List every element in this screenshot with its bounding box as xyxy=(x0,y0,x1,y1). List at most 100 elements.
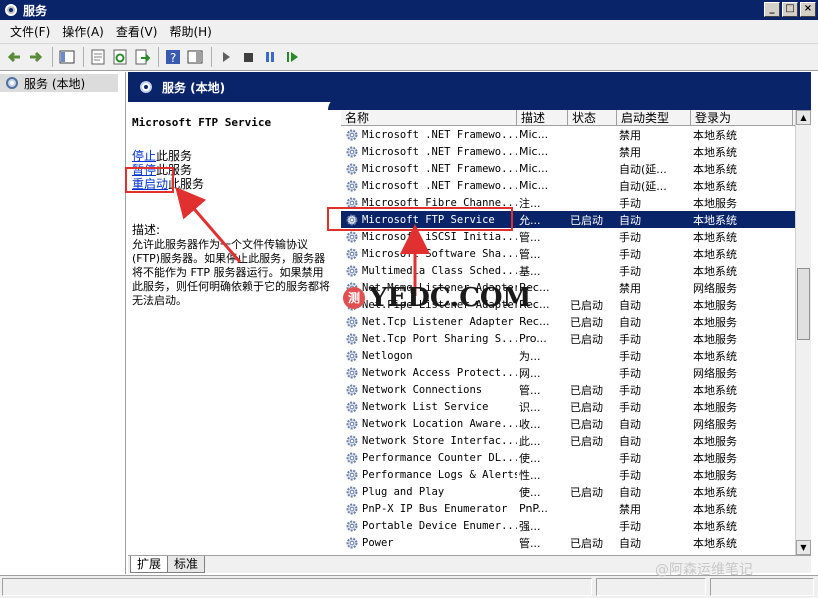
service-gear-icon xyxy=(343,502,362,516)
column-header-description[interactable]: 描述 xyxy=(517,110,568,125)
start-icon[interactable] xyxy=(216,47,236,67)
log-on-as-cell: 本地系统 xyxy=(693,349,737,363)
table-row[interactable]: Network List Service 识... 已启动 手动 本地服务 xyxy=(341,398,811,415)
description-cell: Mic... xyxy=(519,179,549,192)
service-gear-icon xyxy=(343,162,362,176)
stop-icon[interactable] xyxy=(238,47,258,67)
log-on-as-cell: 本地服务 xyxy=(693,196,737,210)
table-row[interactable]: Microsoft Software Sha... 管... 手动 本地系统 xyxy=(341,245,811,262)
table-row[interactable]: Netlogon 为... 手动 本地系统 xyxy=(341,347,811,364)
refresh-icon[interactable] xyxy=(110,47,130,67)
description-cell: 性... xyxy=(519,468,541,482)
restart-icon[interactable] xyxy=(282,47,302,67)
show-hide-icon[interactable] xyxy=(185,47,205,67)
service-name-text: Multimedia Class Sched... xyxy=(362,264,517,277)
service-name-text: Network Location Aware... xyxy=(362,417,517,430)
startup-type-cell: 手动 xyxy=(619,230,641,244)
table-row[interactable]: Network Store Interfac... 此... 已启动 自动 本地服务 xyxy=(341,432,811,449)
service-gear-icon xyxy=(343,536,362,550)
menu-action[interactable]: 操作(A) xyxy=(56,23,110,40)
menu-help[interactable]: 帮助(H) xyxy=(163,23,217,40)
vertical-scrollbar[interactable]: ▲ ▼ xyxy=(795,110,811,555)
maximize-button[interactable]: □ xyxy=(782,2,798,17)
table-row[interactable]: Performance Logs & Alerts 性... 手动 本地服务 xyxy=(341,466,811,483)
service-gear-icon xyxy=(343,468,362,482)
table-row[interactable]: Microsoft .NET Framewo... Mic... 禁用 本地系统 xyxy=(341,126,811,143)
table-row[interactable]: Multimedia Class Sched... 基... 手动 本地系统 xyxy=(341,262,811,279)
tab-standard[interactable]: 标准 xyxy=(167,556,206,573)
description-cell: 基... xyxy=(519,264,541,278)
startup-type-cell: 自动 xyxy=(619,485,641,499)
log-on-as-cell: 本地系统 xyxy=(693,128,737,142)
service-name-cell: Plug and Play xyxy=(341,485,517,499)
scroll-down-icon[interactable]: ▼ xyxy=(796,540,811,555)
column-header-name[interactable]: 名称 xyxy=(341,110,517,125)
pause-icon[interactable] xyxy=(260,47,280,67)
service-name-cell: Performance Logs & Alerts xyxy=(341,468,517,482)
column-header-startup-type[interactable]: 启动类型 xyxy=(617,110,691,125)
description-cell: PnP... xyxy=(519,502,548,515)
scroll-thumb[interactable] xyxy=(797,268,810,340)
scroll-up-icon[interactable]: ▲ xyxy=(796,110,811,125)
service-gear-icon xyxy=(343,145,362,159)
table-row[interactable]: Net.Tcp Listener Adapter Rec... 已启动 自动 本地服务 xyxy=(341,313,811,330)
tree-item-services-local[interactable]: 服务 (本地) xyxy=(0,74,118,92)
log-on-as-cell: 本地系统 xyxy=(693,485,737,499)
table-row[interactable]: Network Connections 管... 已启动 手动 本地系统 xyxy=(341,381,811,398)
table-row[interactable]: Microsoft .NET Framewo... Mic... 自动(延... 本地… xyxy=(341,160,811,177)
properties-icon[interactable] xyxy=(88,47,108,67)
service-gear-icon xyxy=(343,434,362,448)
list-rows: Microsoft .NET Framewo... Mic... 禁用 本地系统 Mic… xyxy=(341,126,811,551)
service-name-text: Network Access Protect... xyxy=(362,366,517,379)
table-row[interactable]: Microsoft .NET Framewo... Mic... 禁用 本地系统 xyxy=(341,143,811,160)
log-on-as-cell: 本地系统 xyxy=(693,162,737,176)
watermark-badge: 测 xyxy=(343,287,365,309)
service-name-text: Plug and Play xyxy=(362,485,445,498)
menu-view[interactable]: 查看(V) xyxy=(110,23,164,40)
show-tree-icon[interactable] xyxy=(57,47,77,67)
table-row[interactable]: Network Location Aware... 收... 已启动 自动 网络服务 xyxy=(341,415,811,432)
startup-type-cell: 自动(延... xyxy=(619,162,667,176)
back-icon[interactable] xyxy=(4,47,24,67)
service-name-cell: Net.Tcp Port Sharing S... xyxy=(341,332,517,346)
table-row[interactable]: Net.Tcp Port Sharing S... Pro... 已启动 手动 本地服务 xyxy=(341,330,811,347)
status-cell: 已启动 xyxy=(570,298,603,312)
table-row[interactable]: Network Access Protect... 网... 手动 网络服务 xyxy=(341,364,811,381)
table-row[interactable]: Power 管... 已启动 自动 本地系统 xyxy=(341,534,811,551)
tree-item-label: 服务 (本地) xyxy=(24,76,86,91)
help-icon[interactable]: ? xyxy=(163,47,183,67)
menu-file[interactable]: 文件(F) xyxy=(4,23,56,40)
forward-icon[interactable] xyxy=(26,47,46,67)
table-row[interactable]: Plug and Play 使... 已启动 自动 本地系统 xyxy=(341,483,811,500)
description-cell: 管... xyxy=(519,230,541,244)
service-name-cell: Network Location Aware... xyxy=(341,417,517,431)
table-row[interactable]: Microsoft .NET Framewo... Mic... 自动(延... 本地… xyxy=(341,177,811,194)
startup-type-cell: 自动 xyxy=(619,536,641,550)
table-row[interactable]: Portable Device Enumer... 强... 手动 本地系统 xyxy=(341,517,811,534)
service-name-cell: PnP-X IP Bus Enumerator xyxy=(341,502,517,516)
close-button[interactable]: × xyxy=(800,2,816,17)
startup-type-cell: 禁用 xyxy=(619,281,641,295)
service-gear-icon xyxy=(343,247,362,261)
status-cell: 已启动 xyxy=(570,417,603,431)
description-cell: 管... xyxy=(519,247,541,261)
startup-type-cell: 手动 xyxy=(619,383,641,397)
service-name-cell: Microsoft .NET Framewo... xyxy=(341,179,517,193)
tab-extended[interactable]: 扩展 xyxy=(130,556,169,573)
log-on-as-cell: 本地系统 xyxy=(693,247,737,261)
service-name-text: Net.Tcp Listener Adapter xyxy=(362,315,514,328)
column-header-status[interactable]: 状态 xyxy=(568,110,617,125)
service-name-text: Network Connections xyxy=(362,383,483,396)
export-icon[interactable] xyxy=(132,47,152,67)
table-row[interactable]: PnP-X IP Bus Enumerator PnP... 禁用 本地系统 xyxy=(341,500,811,517)
service-name-cell: Network List Service xyxy=(341,400,517,414)
stop-service-link[interactable]: 停止 xyxy=(132,149,156,163)
table-row[interactable]: Performance Counter DL... 使... 手动 本地服务 xyxy=(341,449,811,466)
column-header-log-on-as[interactable]: 登录为 xyxy=(691,110,793,125)
log-on-as-cell: 本地服务 xyxy=(693,468,737,482)
minimize-button[interactable]: _ xyxy=(764,2,780,17)
service-gear-icon xyxy=(343,400,362,414)
service-name-cell: Network Connections xyxy=(341,383,517,397)
description-cell: Rec... xyxy=(519,315,550,328)
description-cell: 管... xyxy=(519,383,541,397)
